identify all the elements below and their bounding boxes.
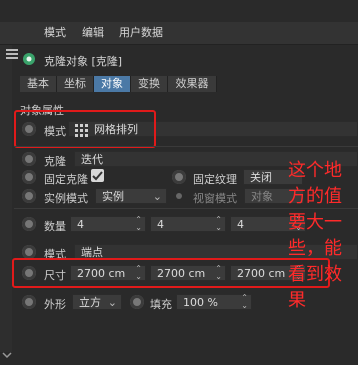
annotation-line: 果 <box>288 290 306 311</box>
fixed-texture-label: 固定纹理 <box>193 173 237 186</box>
hamburger-menu-icon[interactable] <box>6 49 18 59</box>
annotation-line: 看到效 <box>288 264 342 285</box>
tab-object[interactable]: 对象 <box>94 76 131 92</box>
object-title: 克隆对象 [克隆] <box>44 55 123 68</box>
fixed-clone-label: 固定克隆 <box>44 173 88 186</box>
count-z-value: 4 <box>237 218 244 231</box>
fixed-texture-value: 关闭 <box>250 171 272 184</box>
count-label: 数量 <box>44 220 66 233</box>
fill-label: 填充 <box>150 298 172 311</box>
shape-label: 外形 <box>44 298 66 311</box>
annotation-line: 些，能 <box>288 238 342 259</box>
fixed-clone-animate-icon[interactable] <box>22 170 36 184</box>
shape-select[interactable]: 立方 ⌄ <box>72 294 122 310</box>
attribute-menubar: 模式 编辑 用户数据 <box>0 22 358 59</box>
annotation-line: 方的值 <box>288 186 342 207</box>
count-y-value: 4 <box>157 218 164 231</box>
clone-animate-icon[interactable] <box>22 152 36 166</box>
stepper-arrows-icon[interactable]: ⌃ ⌄ <box>241 294 248 310</box>
scroll-down-arrow-icon[interactable] <box>2 350 12 360</box>
shape-value: 立方 <box>79 296 101 309</box>
fixed-clone-checkbox[interactable] <box>91 169 104 182</box>
count-y-field[interactable]: 4 ⌃ ⌄ <box>150 216 226 232</box>
instance-mode-animate-icon[interactable] <box>22 189 36 203</box>
viewport-mode-animate-icon[interactable] <box>176 193 182 199</box>
fixed-texture-animate-icon[interactable] <box>172 170 186 184</box>
instance-mode-label: 实例模式 <box>44 192 88 205</box>
viewport-mode-label: 视窗模式 <box>193 192 237 205</box>
tab-coord[interactable]: 坐标 <box>57 76 94 92</box>
highlight-box-mode <box>14 110 156 148</box>
tab-basic[interactable]: 基本 <box>20 76 57 92</box>
clone-label: 克隆 <box>44 155 66 168</box>
instance-mode-value: 实例 <box>102 190 124 203</box>
count-animate-icon[interactable] <box>22 217 36 231</box>
annotation-line: 要大一 <box>288 212 342 233</box>
instance-mode-select[interactable]: 实例 ⌄ <box>95 188 167 204</box>
annotation-note: 这个地 方的值 要大一 些，能 看到效 果 <box>288 158 358 314</box>
tab-transform[interactable]: 变换 <box>131 76 168 92</box>
stepper-arrows-icon[interactable]: ⌃ ⌄ <box>135 216 142 232</box>
fill-field[interactable]: 100 % ⌃ ⌄ <box>176 294 252 310</box>
fill-value: 100 % <box>183 296 218 309</box>
divider <box>14 146 358 147</box>
menu-edit[interactable]: 编辑 <box>78 22 108 44</box>
chevron-down-icon: ⌄ <box>152 190 162 203</box>
cloner-object-icon <box>22 52 36 66</box>
count-x-field[interactable]: 4 ⌃ ⌄ <box>70 216 146 232</box>
chevron-down-icon: ⌄ <box>107 296 117 309</box>
vertical-scrollbar[interactable] <box>0 22 12 352</box>
menu-mode[interactable]: 模式 <box>40 22 70 44</box>
tab-effectors[interactable]: 效果器 <box>168 76 217 92</box>
stepper-arrows-icon[interactable]: ⌃ ⌄ <box>215 216 222 232</box>
shape-animate-icon[interactable] <box>22 295 36 309</box>
annotation-line: 这个地 <box>288 160 342 181</box>
fill-animate-icon[interactable] <box>130 295 144 309</box>
count-x-value: 4 <box>77 218 84 231</box>
viewport-mode-value: 对象 <box>251 190 273 203</box>
menu-user-data[interactable]: 用户数据 <box>115 22 167 44</box>
highlight-box-size <box>12 258 330 288</box>
mode2-animate-icon[interactable] <box>22 245 36 259</box>
